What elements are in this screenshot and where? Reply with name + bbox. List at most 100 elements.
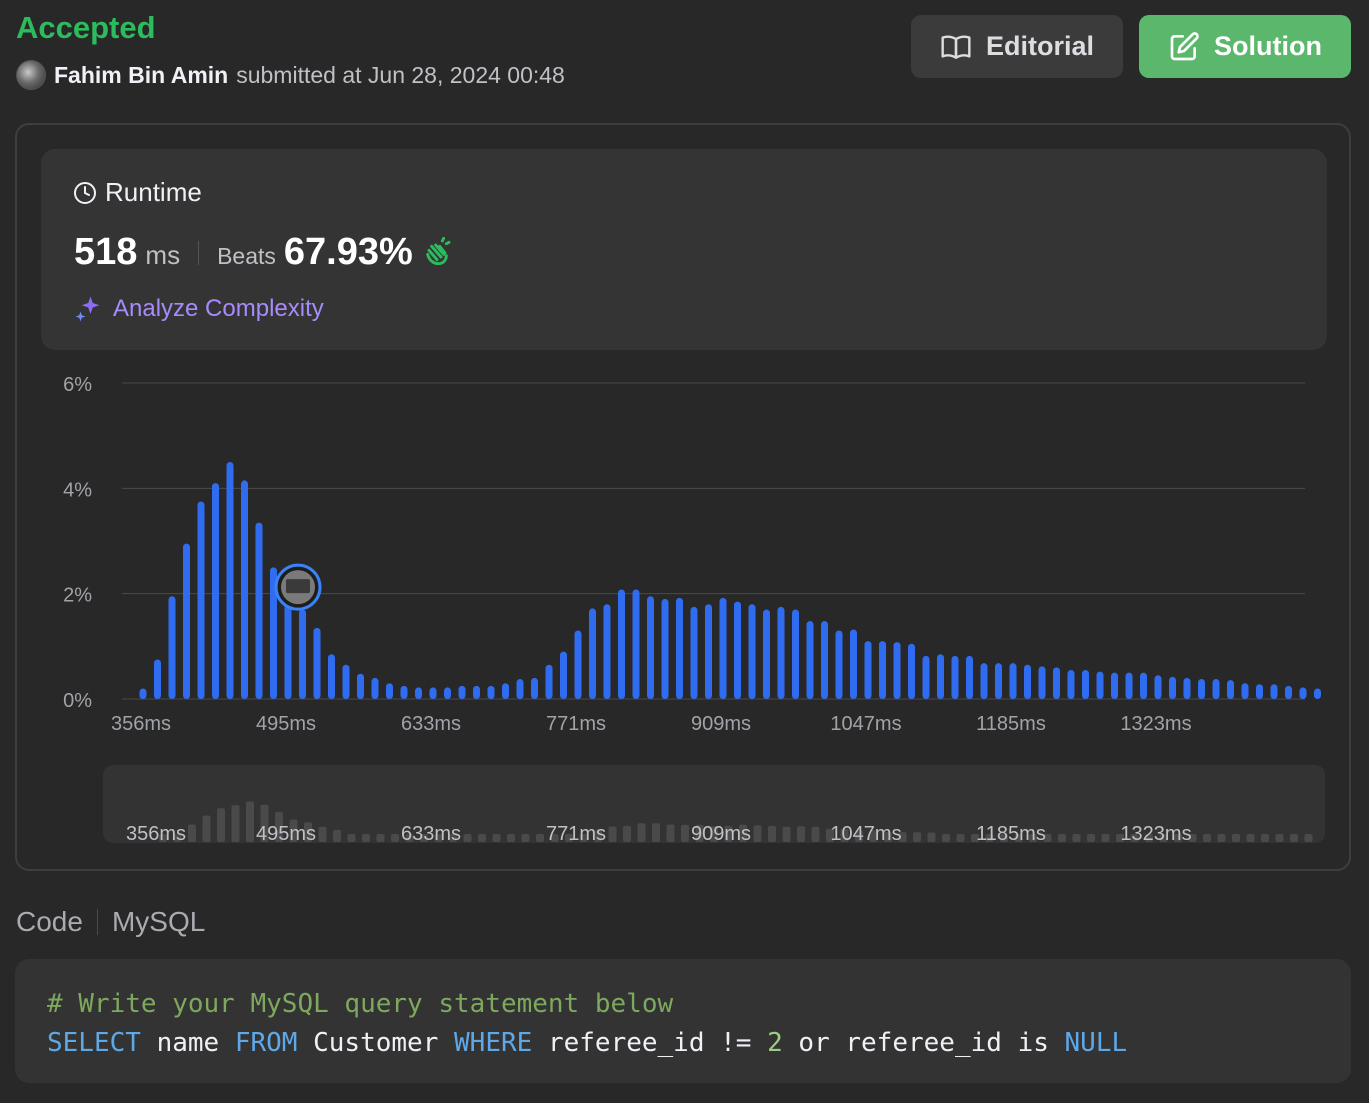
code-comment: # Write your MySQL query statement below bbox=[47, 989, 674, 1019]
chart-bar[interactable] bbox=[386, 683, 393, 699]
chart-bar[interactable] bbox=[255, 522, 263, 699]
chart-bar[interactable] bbox=[763, 609, 770, 699]
navigator-tick-label: 356ms bbox=[126, 823, 186, 845]
chart-bar[interactable] bbox=[1111, 672, 1118, 699]
chart-bar[interactable] bbox=[1256, 684, 1263, 699]
chart-bar[interactable] bbox=[661, 598, 669, 699]
chart-bar[interactable] bbox=[922, 655, 930, 699]
chart-bar[interactable] bbox=[850, 629, 857, 699]
chart-bar[interactable] bbox=[603, 604, 611, 699]
chart-bar[interactable] bbox=[1096, 671, 1104, 699]
chart-bar[interactable] bbox=[1024, 664, 1031, 699]
chart-bar[interactable] bbox=[1285, 685, 1292, 699]
chart-bar[interactable] bbox=[618, 589, 625, 699]
navigator-bar bbox=[623, 825, 631, 842]
navigator-bar bbox=[536, 834, 544, 842]
code-token: SELECT bbox=[47, 1028, 141, 1058]
chart-bar[interactable] bbox=[1154, 675, 1162, 699]
chart-bar[interactable] bbox=[647, 596, 654, 699]
chart-bar[interactable] bbox=[748, 604, 756, 699]
chart-bar[interactable] bbox=[545, 664, 553, 699]
chart-bar[interactable] bbox=[1299, 687, 1307, 699]
chart-bar[interactable] bbox=[328, 654, 335, 699]
chart-bar[interactable] bbox=[589, 608, 596, 699]
chart-bar[interactable] bbox=[342, 664, 350, 699]
chart-bar[interactable] bbox=[690, 606, 698, 699]
chart-bar[interactable] bbox=[473, 685, 480, 699]
chart-bar[interactable] bbox=[951, 655, 959, 699]
chart-bar[interactable] bbox=[1241, 683, 1249, 699]
chart-bar[interactable] bbox=[676, 597, 683, 699]
chart-bar[interactable] bbox=[893, 642, 901, 699]
chart-bar[interactable] bbox=[212, 483, 219, 699]
navigator-tick-label: 771ms bbox=[546, 823, 606, 845]
chart-bar[interactable] bbox=[574, 630, 582, 699]
chart-bar[interactable] bbox=[516, 678, 524, 699]
navigator-bar bbox=[521, 834, 530, 842]
chart-bar[interactable] bbox=[1140, 672, 1147, 699]
chart-bar[interactable] bbox=[241, 480, 248, 699]
chart-bar[interactable] bbox=[719, 597, 727, 699]
navigator-bar bbox=[217, 808, 225, 842]
chart-bar[interactable] bbox=[734, 601, 741, 699]
chart-bar[interactable] bbox=[371, 677, 379, 699]
chart-bar[interactable] bbox=[1169, 676, 1176, 699]
chart-bar[interactable] bbox=[531, 677, 538, 699]
chart-bar[interactable] bbox=[1082, 670, 1089, 699]
chart-bar[interactable] bbox=[806, 621, 814, 699]
chart-bar[interactable] bbox=[299, 609, 306, 699]
chart-bar[interactable] bbox=[154, 659, 161, 700]
chart-bar[interactable] bbox=[980, 663, 988, 699]
chart-bar[interactable] bbox=[502, 683, 509, 699]
chart-bar[interactable] bbox=[183, 543, 190, 699]
chart-bar[interactable] bbox=[1212, 678, 1220, 699]
x-tick-label: 909ms bbox=[691, 713, 751, 735]
divider bbox=[96, 909, 98, 935]
chart-bar[interactable] bbox=[560, 651, 567, 699]
chart-bar[interactable] bbox=[139, 688, 147, 699]
navigator-bar bbox=[1203, 834, 1211, 842]
navigator-bar bbox=[608, 826, 617, 842]
chart-bar[interactable] bbox=[197, 501, 205, 700]
chart-bar[interactable] bbox=[487, 685, 495, 699]
chart-bar[interactable] bbox=[821, 621, 828, 699]
chart-bar[interactable] bbox=[792, 609, 799, 699]
chart-bar[interactable] bbox=[908, 643, 915, 699]
chart-bar[interactable] bbox=[313, 627, 321, 699]
chart-bar[interactable] bbox=[1038, 666, 1046, 699]
chart-bar[interactable] bbox=[357, 673, 364, 699]
chart-bar[interactable] bbox=[995, 663, 1002, 699]
code-token: Customer bbox=[297, 1028, 455, 1058]
chart-bar[interactable] bbox=[444, 687, 451, 699]
navigator-tick-label: 633ms bbox=[401, 823, 461, 845]
chart-bar[interactable] bbox=[1227, 680, 1234, 699]
runtime-distribution-chart[interactable]: 0% 2% 4% 6% 356ms 495ms 633ms 771ms 909ms 1047ms 1… bbox=[0, 0, 1369, 880]
chart-bar[interactable] bbox=[1183, 677, 1191, 699]
chart-bar[interactable] bbox=[705, 604, 712, 699]
chart-bar[interactable] bbox=[1067, 670, 1075, 699]
chart-bar[interactable] bbox=[1053, 667, 1060, 699]
chart-bar[interactable] bbox=[632, 589, 640, 699]
chart-bar[interactable] bbox=[458, 685, 466, 699]
navigator-tick-label: 1047ms bbox=[830, 823, 901, 845]
chart-bar[interactable] bbox=[415, 687, 422, 699]
chart-bar[interactable] bbox=[429, 687, 437, 699]
chart-bar[interactable] bbox=[966, 655, 973, 699]
navigator-bar bbox=[811, 826, 820, 842]
chart-bar[interactable] bbox=[400, 685, 408, 699]
navigator-tick-label: 1185ms bbox=[976, 823, 1046, 845]
chart-bar[interactable] bbox=[1270, 684, 1278, 699]
chart-bar[interactable] bbox=[835, 630, 843, 699]
chart-bar[interactable] bbox=[777, 606, 785, 699]
code-block[interactable]: # Write your MySQL query statement below… bbox=[15, 959, 1351, 1083]
chart-bar[interactable] bbox=[879, 641, 886, 699]
chart-bar[interactable] bbox=[1125, 672, 1133, 699]
chart-bar[interactable] bbox=[1314, 688, 1321, 699]
chart-bar[interactable] bbox=[226, 462, 234, 699]
chart-bar[interactable] bbox=[168, 596, 176, 699]
chart-bar[interactable] bbox=[937, 654, 944, 699]
chart-bar[interactable] bbox=[1198, 678, 1205, 699]
navigator-bar bbox=[1072, 834, 1081, 842]
chart-bar[interactable] bbox=[864, 641, 872, 699]
chart-bar[interactable] bbox=[1009, 663, 1017, 699]
